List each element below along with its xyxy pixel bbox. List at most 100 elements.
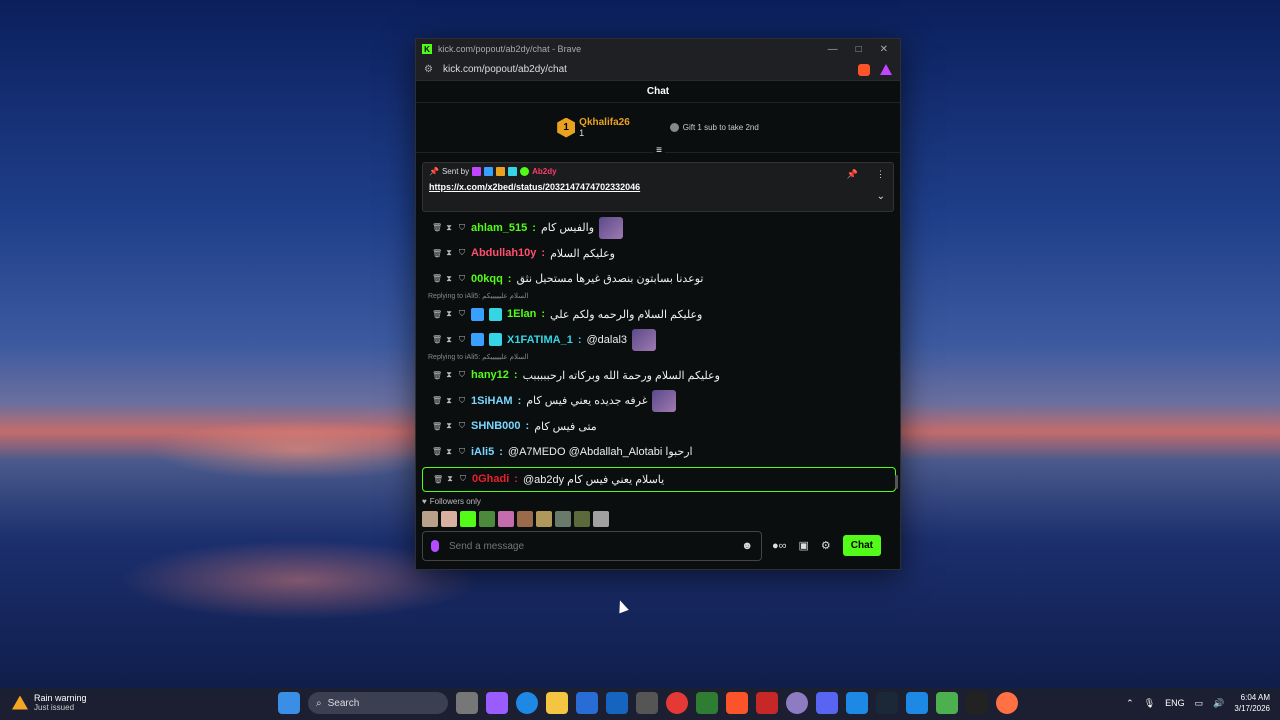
edge-icon[interactable] bbox=[516, 692, 538, 714]
brave-shields-icon[interactable] bbox=[858, 63, 870, 76]
site-settings-icon[interactable]: ⚙ bbox=[424, 64, 433, 75]
clock[interactable]: 6:04 AM 3/17/2026 bbox=[1234, 692, 1270, 714]
microphone-icon[interactable]: 🎙 bbox=[1144, 698, 1155, 709]
close-icon[interactable]: ✕ bbox=[880, 44, 888, 55]
emote-icon[interactable] bbox=[422, 511, 438, 527]
app-icon[interactable] bbox=[636, 692, 658, 714]
chat-message[interactable]: 🗑 ⧗ ⛉ X1FATIMA_1: @dalal3 bbox=[422, 327, 896, 353]
message-username[interactable]: Abdullah10y bbox=[471, 247, 536, 259]
chat-message[interactable]: 🗑 ⧗ ⛉ Abdullah10y: وعليكم السلام bbox=[422, 241, 896, 267]
delete-icon[interactable]: 🗑 bbox=[432, 223, 442, 232]
minimize-icon[interactable]: — bbox=[828, 44, 838, 55]
timeout-icon[interactable]: ⧗ bbox=[445, 248, 453, 258]
app-icon[interactable] bbox=[756, 692, 778, 714]
discord-icon[interactable] bbox=[816, 692, 838, 714]
shield-icon[interactable]: ⛉ bbox=[458, 421, 466, 431]
emote-icon[interactable] bbox=[536, 511, 552, 527]
emoji-picker-icon[interactable]: ☻ bbox=[741, 540, 753, 552]
collapse-leaderboard-icon[interactable]: ≡ bbox=[653, 146, 665, 157]
shield-icon[interactable]: ⛉ bbox=[458, 335, 466, 345]
delete-icon[interactable]: 🗑 bbox=[432, 422, 442, 431]
chrome-icon[interactable] bbox=[666, 692, 688, 714]
steam-icon[interactable] bbox=[876, 692, 898, 714]
send-chat-button[interactable]: Chat bbox=[842, 535, 882, 556]
chevron-down-icon[interactable]: ⌄ bbox=[877, 191, 885, 202]
message-username[interactable]: SHNB000 bbox=[471, 420, 521, 432]
copilot-icon[interactable] bbox=[486, 692, 508, 714]
timeout-icon[interactable]: ⧗ bbox=[446, 474, 454, 484]
shield-icon[interactable]: ⛉ bbox=[458, 447, 466, 457]
excel-icon[interactable] bbox=[696, 692, 718, 714]
shield-icon[interactable]: ⛉ bbox=[458, 396, 466, 406]
mic-icon[interactable] bbox=[431, 540, 439, 552]
store-icon[interactable]: ▣ bbox=[799, 539, 809, 552]
app-icon[interactable] bbox=[996, 692, 1018, 714]
message-username[interactable]: iAli5 bbox=[471, 446, 494, 458]
task-view-icon[interactable] bbox=[456, 692, 478, 714]
app-icon[interactable] bbox=[966, 692, 988, 714]
app-icon[interactable] bbox=[936, 692, 958, 714]
more-options-icon[interactable]: ⋮ bbox=[876, 169, 885, 180]
chevron-up-icon[interactable]: ⌃ bbox=[1126, 698, 1134, 709]
delete-icon[interactable]: 🗑 bbox=[432, 335, 442, 344]
chat-scrollbar[interactable] bbox=[895, 475, 898, 489]
delete-icon[interactable]: 🗑 bbox=[433, 475, 443, 484]
volume-icon[interactable]: 🔊 bbox=[1213, 698, 1224, 709]
chat-message[interactable]: 🗑 ⧗ ⛉ iAli5: @A7MEDO @Abdallah_Alotabi ارحبو… bbox=[422, 439, 896, 465]
reply-context[interactable]: Replying to iAli5: السلام عليييييكم bbox=[422, 353, 896, 363]
app-icon[interactable] bbox=[906, 692, 928, 714]
timeout-icon[interactable]: ⧗ bbox=[445, 370, 453, 380]
message-username[interactable]: hany12 bbox=[471, 369, 509, 381]
delete-icon[interactable]: 🗑 bbox=[432, 371, 442, 380]
delete-icon[interactable]: 🗑 bbox=[432, 249, 442, 258]
chat-message[interactable]: 🗑 ⧗ ⛉ ahlam_515: والفيس كام bbox=[422, 215, 896, 241]
app-icon[interactable] bbox=[786, 692, 808, 714]
app-icon[interactable] bbox=[846, 692, 868, 714]
maximize-icon[interactable]: □ bbox=[856, 44, 862, 55]
shield-icon[interactable]: ⛉ bbox=[458, 309, 466, 319]
message-username[interactable]: 00kqq bbox=[471, 273, 503, 285]
timeout-icon[interactable]: ⧗ bbox=[445, 396, 453, 406]
shield-icon[interactable]: ⛉ bbox=[459, 474, 467, 484]
taskbar-search[interactable]: ⌕ Search bbox=[308, 692, 448, 714]
emote-icon[interactable] bbox=[574, 511, 590, 527]
emote-icon[interactable] bbox=[460, 511, 476, 527]
reply-context[interactable]: Replying to iAli5: السلام عليييييكم bbox=[422, 292, 896, 302]
brave-rewards-icon[interactable] bbox=[880, 63, 892, 75]
timeout-icon[interactable]: ⧗ bbox=[445, 274, 453, 284]
unpin-icon[interactable]: 📌 bbox=[847, 169, 858, 180]
settings-gear-icon[interactable]: ⚙ bbox=[821, 539, 831, 552]
chat-message[interactable]: 🗑 ⧗ ⛉ hany12: وعليكم السلام ورحمة الله وبركا… bbox=[422, 363, 896, 389]
emote-icon[interactable] bbox=[479, 511, 495, 527]
brave-icon[interactable] bbox=[726, 692, 748, 714]
chat-message[interactable]: 🗑 ⧗ ⛉ 0Ghadi: @ab2dy ياسلام يعني فيس كام bbox=[422, 466, 896, 492]
shield-icon[interactable]: ⛉ bbox=[458, 223, 466, 233]
language-indicator[interactable]: ENG bbox=[1165, 698, 1185, 708]
outlook-icon[interactable] bbox=[606, 692, 628, 714]
pinned-link[interactable]: https://x.com/x2bed/status/2032147474702… bbox=[429, 182, 887, 192]
delete-icon[interactable]: 🗑 bbox=[432, 447, 442, 456]
top-gifter[interactable]: 1 Qkhalifa26 1 bbox=[557, 117, 630, 138]
delete-icon[interactable]: 🗑 bbox=[432, 396, 442, 405]
file-explorer-icon[interactable] bbox=[546, 692, 568, 714]
chat-message[interactable]: 🗑 ⧗ ⛉ 1Elan: وعليكم السلام والرحمه ولكم علي bbox=[422, 302, 896, 328]
weather-widget[interactable]: Rain warning Just issued bbox=[12, 693, 87, 712]
gift-prompt[interactable]: Gift 1 sub to take 2nd bbox=[669, 123, 759, 132]
network-icon[interactable]: ▭ bbox=[1195, 698, 1204, 709]
delete-icon[interactable]: 🗑 bbox=[432, 274, 442, 283]
emote-icon[interactable] bbox=[555, 511, 571, 527]
message-username[interactable]: X1FATIMA_1 bbox=[507, 334, 573, 346]
timeout-icon[interactable]: ⧗ bbox=[445, 421, 453, 431]
emote-icon[interactable] bbox=[517, 511, 533, 527]
timeout-icon[interactable]: ⧗ bbox=[445, 309, 453, 319]
shield-icon[interactable]: ⛉ bbox=[458, 248, 466, 258]
emote-icon[interactable] bbox=[441, 511, 457, 527]
message-input[interactable] bbox=[449, 540, 742, 552]
store-app-icon[interactable] bbox=[576, 692, 598, 714]
pinned-sender[interactable]: Ab2dy bbox=[532, 167, 556, 176]
message-username[interactable]: 1Elan bbox=[507, 308, 536, 320]
chat-message[interactable]: 🗑 ⧗ ⛉ 00kqq: توعدنا بسابتون بنصدق غيرها مستح… bbox=[422, 266, 896, 292]
message-username[interactable]: ahlam_515 bbox=[471, 222, 527, 234]
emote-icon[interactable] bbox=[593, 511, 609, 527]
shield-icon[interactable]: ⛉ bbox=[458, 370, 466, 380]
